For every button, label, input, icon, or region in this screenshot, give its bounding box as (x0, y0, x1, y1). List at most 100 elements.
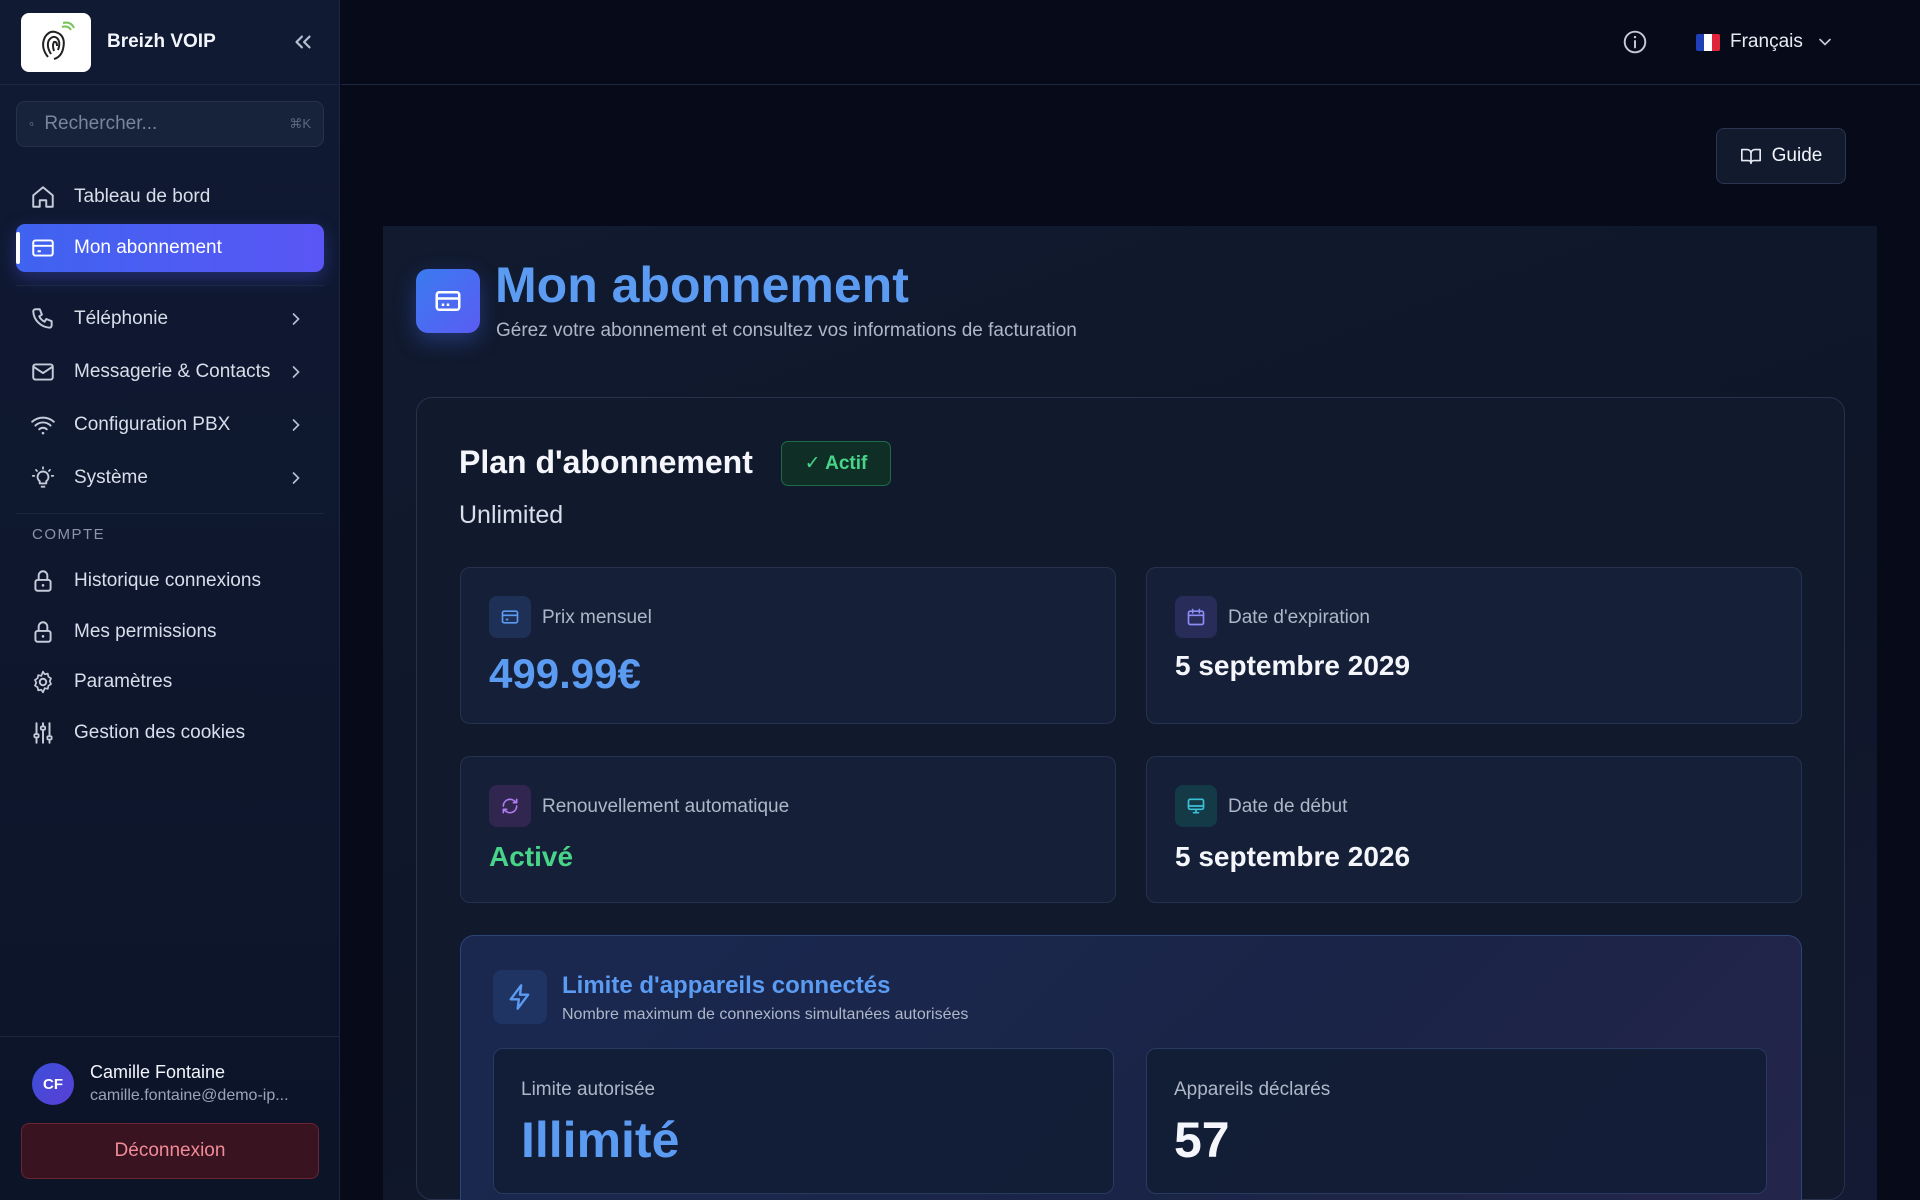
stat-label: Renouvellement automatique (542, 796, 790, 817)
stat-label: Appareils déclarés (1174, 1079, 1331, 1100)
chevron-right-icon (292, 366, 300, 378)
nav-item-label: Historique connexions (74, 570, 261, 591)
calendar-icon (1187, 608, 1205, 626)
stat-monthly-price: Prix mensuel 499.99€ (460, 567, 1116, 724)
plan-title: Plan d'abonnement (459, 444, 753, 480)
refresh-icon (502, 798, 518, 814)
avatar[interactable]: CF (32, 1063, 74, 1105)
sliders-icon (33, 722, 53, 744)
search-icon (29, 122, 34, 126)
nav-item-dashboard[interactable]: Tableau de bord (16, 173, 324, 221)
nav-item-label: Tableau de bord (74, 186, 211, 207)
top-bar: Français (341, 0, 1920, 85)
app-logo[interactable] (21, 13, 91, 72)
stat-label: Limite autorisée (521, 1079, 656, 1100)
page-title: Mon abonnement (495, 257, 909, 313)
chevron-right-icon (292, 419, 300, 431)
nav-divider (16, 513, 324, 514)
stat-icon-bg (489, 785, 531, 827)
stat-label: Date de début (1228, 796, 1348, 817)
stat-value: 5 septembre 2029 (1175, 650, 1411, 681)
wifi-icon (31, 416, 55, 435)
language-label: Français (1730, 31, 1803, 52)
credit-card-icon (32, 239, 54, 257)
nav-item-login-history[interactable]: Historique connexions (16, 557, 324, 605)
nav-item-label: Gestion des cookies (74, 722, 246, 743)
stat-declared-devices: Appareils déclarés 57 (1146, 1048, 1767, 1194)
nav-item-telephony[interactable]: Téléphonie (16, 295, 324, 343)
stat-value: 5 septembre 2026 (1175, 841, 1411, 872)
france-flag-icon (1696, 33, 1720, 51)
stat-label: Prix mensuel (542, 607, 652, 628)
stat-value: Activé (489, 841, 574, 872)
guide-label: Guide (1771, 145, 1823, 166)
stat-auto-renewal: Renouvellement automatique Activé (460, 756, 1116, 903)
mail-icon (32, 363, 54, 381)
search-shortcut: ⌘K (289, 116, 311, 131)
user-panel: CF Camille Fontaine camille.fontaine@dem… (0, 1036, 340, 1200)
page-icon (416, 269, 480, 333)
fingerprint-logo-icon (42, 21, 75, 60)
nav-item-label: Paramètres (74, 671, 173, 692)
nav-item-label: Messagerie & Contacts (74, 361, 271, 382)
info-button[interactable] (1622, 29, 1648, 55)
nav-item-pbx-config[interactable]: Configuration PBX (16, 401, 324, 449)
lock-icon (34, 570, 52, 592)
user-name: Camille Fontaine (90, 1062, 226, 1082)
chevron-down-icon (1819, 38, 1831, 46)
status-badge: ✓ Actif (781, 441, 891, 486)
nav-item-label: Mon abonnement (74, 237, 222, 258)
stat-label: Date d'expiration (1228, 607, 1370, 628)
gear-icon (34, 670, 52, 694)
nav-item-cookies[interactable]: Gestion des cookies (16, 709, 324, 757)
sidebar: Breizh VOIP ⌘K Tableau de bord Mon abonn… (0, 0, 340, 1200)
lock-icon (34, 621, 52, 643)
chevron-right-icon (292, 472, 300, 484)
book-open-icon (1740, 148, 1761, 165)
stat-icon-bg (1175, 596, 1217, 638)
search-box[interactable]: ⌘K (16, 101, 324, 147)
language-selector[interactable]: Français (1696, 24, 1835, 60)
chevrons-left-icon (295, 35, 311, 49)
section-label-account: COMPTE (32, 526, 106, 543)
lightbulb-icon (31, 466, 55, 488)
stat-allowed-limit: Limite autorisée Illimité (493, 1048, 1114, 1194)
search-input[interactable] (44, 113, 290, 135)
guide-button[interactable]: Guide (1716, 128, 1846, 184)
nav-divider (16, 285, 324, 286)
nav-item-label: Configuration PBX (74, 414, 231, 435)
nav-item-label: Téléphonie (74, 308, 169, 329)
nav-item-settings[interactable]: Paramètres (16, 658, 324, 706)
logout-button[interactable]: Déconnexion (21, 1123, 319, 1179)
nav-item-permissions[interactable]: Mes permissions (16, 608, 324, 656)
nav-item-label: Système (74, 467, 148, 488)
page-subtitle: Gérez votre abonnement et consultez vos … (496, 320, 1077, 341)
plan-name: Unlimited (459, 501, 564, 529)
stat-expiration-date: Date d'expiration 5 septembre 2029 (1146, 567, 1802, 724)
lightning-icon (509, 984, 530, 1010)
stat-value: Illimité (521, 1112, 680, 1168)
nav-item-label: Mes permissions (74, 621, 217, 642)
nav-item-system[interactable]: Système (16, 454, 324, 502)
limit-icon-bg (493, 970, 547, 1024)
stat-icon-bg (1175, 785, 1217, 827)
nav-item-subscription[interactable]: Mon abonnement (16, 224, 324, 272)
stat-start-date: Date de début 5 septembre 2026 (1146, 756, 1802, 903)
nav-item-messaging[interactable]: Messagerie & Contacts (16, 348, 324, 396)
home-icon (32, 186, 54, 208)
stat-icon-bg (489, 596, 531, 638)
app-name: Breizh VOIP (107, 31, 216, 52)
phone-icon (32, 308, 53, 329)
credit-card-icon (501, 610, 519, 624)
stat-value: 57 (1174, 1112, 1230, 1168)
credit-card-icon (435, 291, 461, 311)
sidebar-header: Breizh VOIP (0, 0, 340, 85)
user-email: camille.fontaine@demo-ip... (90, 1087, 289, 1104)
monitor-icon (1187, 798, 1205, 814)
stat-value: 499.99€ (489, 650, 641, 697)
chevron-right-icon (292, 313, 300, 325)
device-limit-title: Limite d'appareils connectés (562, 972, 891, 999)
device-limit-subtitle: Nombre maximum de connexions simultanées… (562, 1006, 969, 1023)
info-icon (1623, 30, 1647, 54)
collapse-sidebar-button[interactable] (290, 29, 316, 55)
